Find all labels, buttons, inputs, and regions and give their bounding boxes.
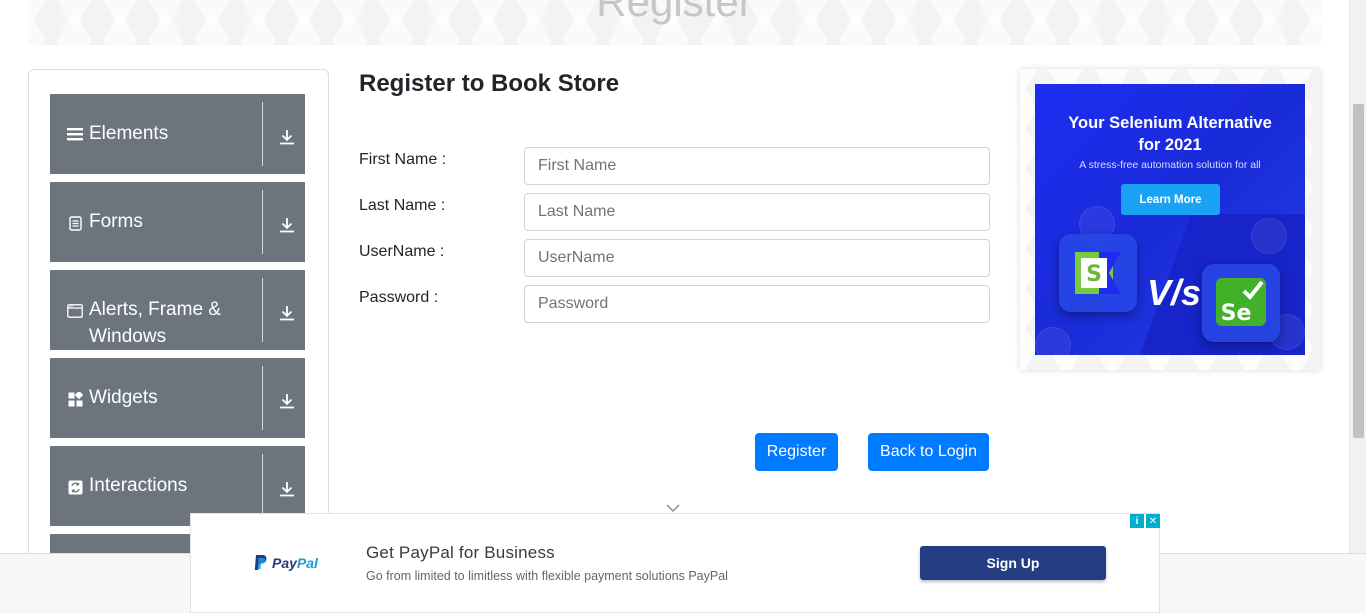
group-divider: [262, 102, 263, 166]
ad-title-line: Your Selenium Alternative: [1068, 114, 1272, 132]
ad-subtitle: A stress-free automation solution for al…: [1079, 159, 1261, 171]
download-arrow-icon[interactable]: [277, 479, 297, 499]
sidebar-group-alerts-frame-windows[interactable]: Alerts, Frame & Windows: [50, 270, 305, 350]
back-to-login-button[interactable]: Back to Login: [868, 433, 989, 471]
widgets-icon: [67, 391, 83, 407]
paypal-wordmark: PayPal: [272, 555, 318, 571]
selenium-letters: Se: [1221, 301, 1252, 326]
sidebar-group-label: Widgets: [89, 387, 158, 408]
page-title: Register: [596, 0, 753, 25]
paypal-wordmark-pal: Pal: [296, 554, 318, 571]
password-label: Password :: [359, 289, 439, 306]
sidebar-group-widgets[interactable]: Widgets: [50, 358, 305, 438]
ad-code-icon: [1251, 218, 1287, 254]
download-arrow-icon[interactable]: [277, 391, 297, 411]
document-icon: [67, 215, 83, 231]
ad-title-line: for 2021: [1138, 136, 1202, 154]
sidebar-group-label: Forms: [89, 211, 143, 232]
sidebar-group-label: Elements: [89, 123, 169, 144]
page: Register Elements Forms Alerts, Frame & …: [0, 0, 1366, 613]
sidebar: Elements Forms Alerts, Frame & Windows W…: [28, 69, 329, 569]
versus-text: V/s: [1147, 272, 1202, 313]
learn-more-button[interactable]: Learn More: [1121, 184, 1220, 215]
group-divider: [262, 278, 263, 342]
sidebar-group-elements[interactable]: Elements: [50, 94, 305, 174]
testsigma-logo-tile: S: [1059, 234, 1137, 312]
group-divider: [262, 190, 263, 254]
paypal-p-icon: [254, 555, 267, 570]
register-button[interactable]: Register: [755, 433, 838, 471]
group-divider: [262, 366, 263, 430]
bottom-ad-description: Go from limited to limitless with flexib…: [366, 569, 728, 583]
sign-up-button[interactable]: Sign Up: [920, 546, 1106, 580]
download-arrow-icon[interactable]: [277, 215, 297, 235]
username-input[interactable]: [524, 239, 990, 277]
ad-title: Your Selenium Alternative for 2021: [1035, 112, 1305, 156]
username-label: UserName :: [359, 243, 445, 260]
interactions-icon: [67, 479, 83, 495]
side-ad[interactable]: Your Selenium Alternative for 2021 A str…: [1035, 84, 1305, 355]
last-name-input[interactable]: [524, 193, 990, 231]
paypal-wordmark-pay: Pay: [272, 554, 297, 571]
group-divider: [262, 454, 263, 518]
window-icon: [67, 303, 83, 319]
first-name-input[interactable]: [524, 147, 990, 185]
download-arrow-icon[interactable]: [277, 127, 297, 147]
password-input[interactable]: [524, 285, 990, 323]
page-banner: Register: [28, 0, 1321, 45]
form-heading: Register to Book Store: [359, 70, 620, 97]
scrollbar-thumb[interactable]: [1353, 104, 1364, 438]
last-name-label: Last Name :: [359, 197, 446, 214]
sidebar-group-label: Interactions: [89, 475, 188, 496]
sidebar-group-label: Alerts, Frame & Windows: [89, 299, 221, 347]
ad-close-icon[interactable]: ✕: [1146, 514, 1160, 528]
paypal-logo: PayPal: [254, 554, 318, 571]
testsigma-letter: S: [1086, 262, 1102, 287]
vertical-scrollbar[interactable]: [1349, 0, 1366, 553]
download-arrow-icon[interactable]: [277, 303, 297, 323]
ad-info-icon[interactable]: i: [1130, 514, 1144, 528]
sidebar-group-forms[interactable]: Forms: [50, 182, 305, 262]
selenium-logo-tile: Se: [1202, 264, 1280, 342]
hamburger-icon: [67, 126, 83, 142]
ad-choices: i ✕: [1130, 514, 1160, 528]
ad-window-icon: [1035, 327, 1071, 355]
bottom-ad-title: Get PayPal for Business: [366, 543, 555, 562]
first-name-label: First Name :: [359, 151, 447, 168]
chevron-down-icon[interactable]: [666, 500, 680, 512]
bottom-ad[interactable]: i ✕ PayPal Get PayPal for Business Go fr…: [190, 513, 1160, 613]
